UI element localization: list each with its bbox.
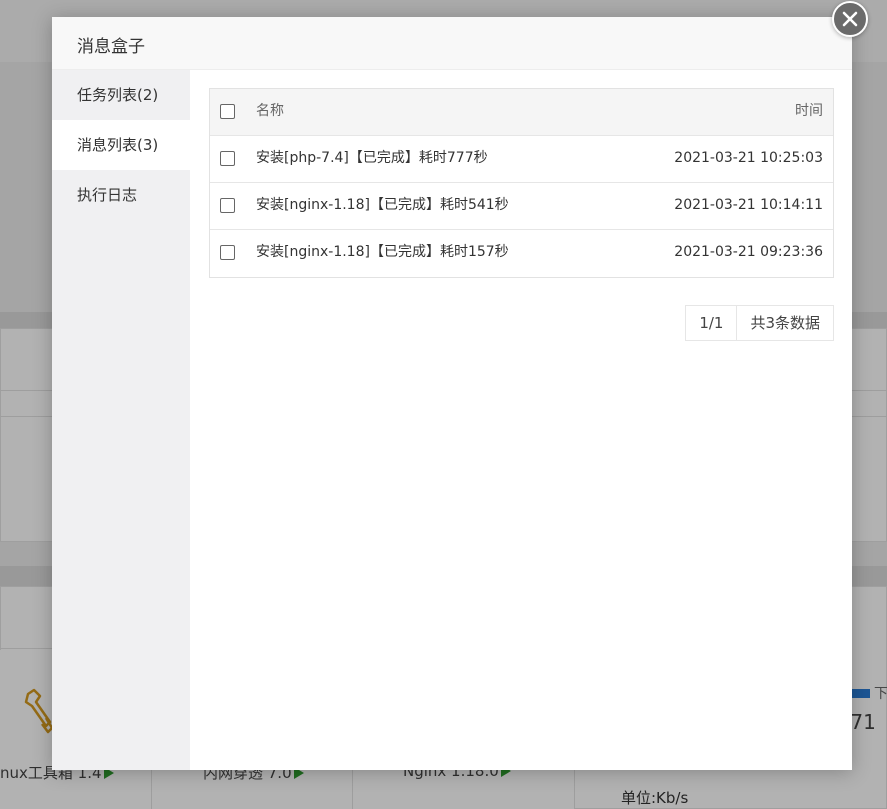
modal-title: 消息盒子 (77, 37, 145, 57)
close-icon (842, 11, 858, 27)
table-row: 安装[nginx-1.18]【已完成】耗时157秒 2021-03-21 09:… (210, 230, 833, 277)
sidebar-item-logs[interactable]: 执行日志 (52, 170, 190, 220)
sidebar-item-messages[interactable]: 消息列表(3) (52, 120, 190, 170)
message-time: 2021-03-21 09:23:36 (674, 244, 823, 260)
close-button[interactable] (832, 1, 868, 37)
page-indicator[interactable]: 1/1 (686, 306, 736, 340)
message-time: 2021-03-21 10:25:03 (674, 150, 823, 166)
table-row: 安装[php-7.4]【已完成】耗时777秒 2021-03-21 10:25:… (210, 136, 833, 183)
row-checkbox[interactable] (220, 245, 235, 260)
row-checkbox[interactable] (220, 151, 235, 166)
modal-header: 消息盒子 (52, 17, 852, 70)
sidebar: 任务列表(2) 消息列表(3) 执行日志 (52, 70, 190, 770)
message-list-panel: 名称 时间 安装[php-7.4]【已完成】耗时777秒 2021-03-21 … (190, 70, 852, 770)
message-name: 安装[php-7.4]【已完成】耗时777秒 (256, 150, 488, 166)
select-all-checkbox[interactable] (220, 104, 235, 119)
message-time: 2021-03-21 10:14:11 (674, 197, 823, 213)
message-name: 安装[nginx-1.18]【已完成】耗时541秒 (256, 197, 509, 213)
sidebar-item-tasks[interactable]: 任务列表(2) (52, 70, 190, 120)
message-table: 名称 时间 安装[php-7.4]【已完成】耗时777秒 2021-03-21 … (209, 88, 834, 278)
table-row: 安装[nginx-1.18]【已完成】耗时541秒 2021-03-21 10:… (210, 183, 833, 230)
table-header-row: 名称 时间 (210, 89, 833, 136)
message-box-dialog: 消息盒子 任务列表(2) 消息列表(3) 执行日志 名称 时间 安装[php-7… (52, 17, 852, 770)
column-header-time: 时间 (795, 103, 823, 119)
page: nux工具箱 1.4 内网穿透 7.0 Nginx 1.18.0 下 .71 单… (0, 0, 887, 809)
row-checkbox[interactable] (220, 198, 235, 213)
total-count: 共3条数据 (736, 306, 833, 340)
pagination: 1/1 共3条数据 (685, 305, 834, 341)
message-name: 安装[nginx-1.18]【已完成】耗时157秒 (256, 244, 509, 260)
column-header-name: 名称 (256, 103, 284, 119)
